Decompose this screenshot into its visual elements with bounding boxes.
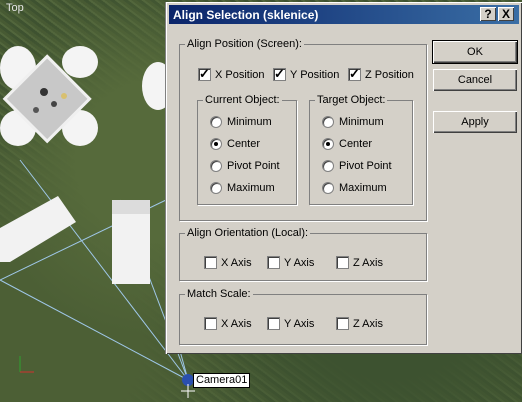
- dialog-titlebar[interactable]: Align Selection (sklenice) ? X: [169, 5, 519, 24]
- scale-y-checkbox[interactable]: Y Axis: [267, 317, 314, 330]
- x-position-label: X Position: [215, 68, 265, 81]
- scale-x-checkbox[interactable]: X Axis: [204, 317, 252, 330]
- camera-frustum-lines: [0, 159, 189, 381]
- current-minimum-radio[interactable]: Minimum: [210, 116, 272, 128]
- target-center-label: Center: [339, 138, 373, 150]
- align-position-legend: Align Position (Screen):: [187, 38, 302, 50]
- orientation-z-checkbox[interactable]: Z Axis: [336, 256, 383, 269]
- x-position-box[interactable]: [198, 66, 211, 82]
- bench-object-left[interactable]: [0, 196, 76, 262]
- scale-y-label: Y Axis: [284, 317, 315, 330]
- current-pivot-dot[interactable]: [210, 160, 222, 172]
- current-pivot-label: Pivot Point: [227, 160, 280, 172]
- table-with-chairs[interactable]: [0, 46, 98, 146]
- y-position-checkbox[interactable]: Y Position: [273, 66, 340, 82]
- dialog-title: Align Selection (sklenice): [173, 8, 319, 22]
- axis-gizmo: [19, 356, 34, 373]
- orientation-y-checkbox[interactable]: Y Axis: [267, 256, 314, 269]
- orientation-z-box[interactable]: [336, 256, 349, 269]
- cancel-button[interactable]: Cancel: [433, 69, 517, 91]
- y-position-label: Y Position: [290, 68, 340, 81]
- target-object-legend: Target Object:: [317, 94, 386, 106]
- current-minimum-label: Minimum: [227, 116, 272, 128]
- match-scale-legend: Match Scale:: [187, 288, 251, 300]
- ok-button[interactable]: OK: [432, 40, 518, 64]
- current-maximum-label: Maximum: [227, 182, 275, 194]
- align-orientation-legend: Align Orientation (Local):: [187, 227, 309, 239]
- scale-x-label: X Axis: [221, 317, 252, 330]
- current-center-dot[interactable]: [210, 138, 222, 150]
- scale-z-label: Z Axis: [353, 317, 383, 330]
- target-center-dot[interactable]: [322, 138, 334, 150]
- z-position-checkbox[interactable]: Z Position: [348, 66, 414, 82]
- help-icon: ?: [484, 7, 492, 21]
- help-button[interactable]: ?: [480, 7, 496, 21]
- target-minimum-dot[interactable]: [322, 116, 334, 128]
- z-position-box[interactable]: [348, 66, 361, 82]
- apply-button[interactable]: Apply: [433, 111, 517, 133]
- target-pivot-radio[interactable]: Pivot Point: [322, 160, 392, 172]
- current-maximum-radio[interactable]: Maximum: [210, 182, 275, 194]
- current-pivot-radio[interactable]: Pivot Point: [210, 160, 280, 172]
- orientation-x-checkbox[interactable]: X Axis: [204, 256, 252, 269]
- target-maximum-label: Maximum: [339, 182, 387, 194]
- orientation-z-label: Z Axis: [353, 256, 383, 269]
- current-object-legend: Current Object:: [205, 94, 280, 106]
- scale-z-box[interactable]: [336, 317, 349, 330]
- scale-x-box[interactable]: [204, 317, 217, 330]
- target-maximum-dot[interactable]: [322, 182, 334, 194]
- current-center-label: Center: [227, 138, 261, 150]
- target-center-radio[interactable]: Center: [322, 138, 372, 150]
- current-center-radio[interactable]: Center: [210, 138, 260, 150]
- align-selection-dialog: Align Selection (sklenice) ? X Align Pos…: [166, 2, 522, 354]
- scale-y-box[interactable]: [267, 317, 280, 330]
- x-position-checkbox[interactable]: X Position: [198, 66, 265, 82]
- target-minimum-radio[interactable]: Minimum: [322, 116, 384, 128]
- close-icon: X: [501, 7, 510, 21]
- close-button[interactable]: X: [498, 7, 514, 21]
- current-minimum-dot[interactable]: [210, 116, 222, 128]
- target-maximum-radio[interactable]: Maximum: [322, 182, 387, 194]
- scale-z-checkbox[interactable]: Z Axis: [336, 317, 383, 330]
- y-position-box[interactable]: [273, 66, 286, 82]
- z-position-label: Z Position: [365, 68, 414, 81]
- orientation-x-box[interactable]: [204, 256, 217, 269]
- orientation-y-box[interactable]: [267, 256, 280, 269]
- current-maximum-dot[interactable]: [210, 182, 222, 194]
- orientation-y-label: Y Axis: [284, 256, 315, 269]
- orientation-x-label: X Axis: [221, 256, 252, 269]
- target-minimum-label: Minimum: [339, 116, 384, 128]
- target-pivot-label: Pivot Point: [339, 160, 392, 172]
- align-orientation-group: Align Orientation (Local):: [179, 227, 427, 281]
- target-pivot-dot[interactable]: [322, 160, 334, 172]
- camera-label: Camera01: [193, 373, 251, 388]
